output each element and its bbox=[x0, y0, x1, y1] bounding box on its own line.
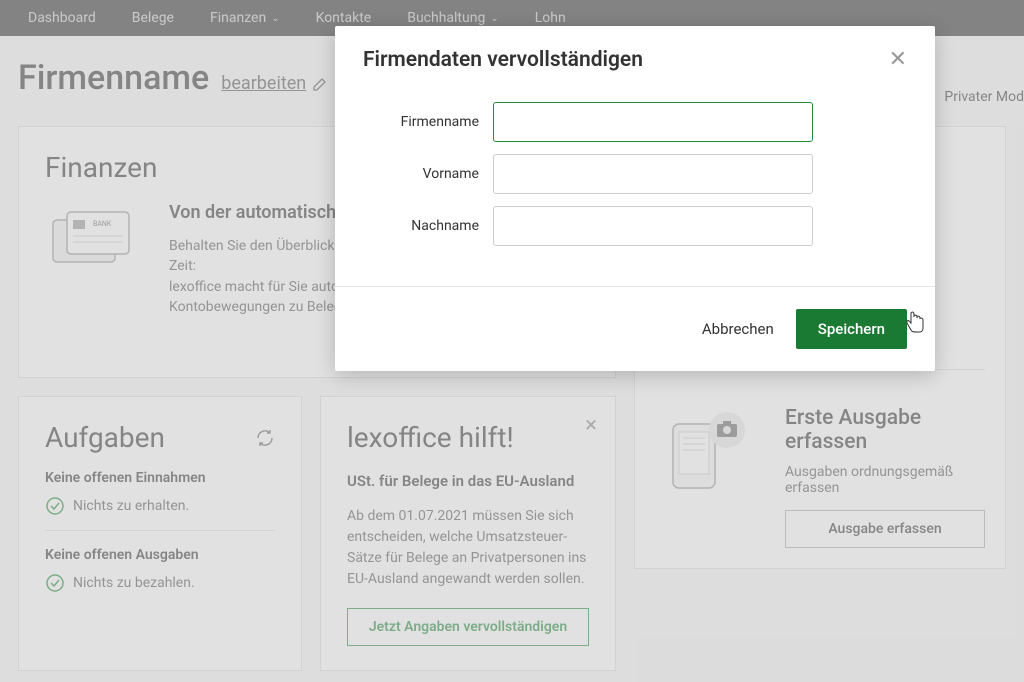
nachname-label: Nachname bbox=[363, 218, 493, 234]
nachname-input[interactable] bbox=[493, 206, 813, 246]
save-button[interactable]: Speichern bbox=[796, 309, 907, 349]
firmenname-label: Firmenname bbox=[363, 114, 493, 130]
vorname-label: Vorname bbox=[363, 166, 493, 182]
modal-title: Firmendaten vervollständigen bbox=[363, 48, 643, 72]
vorname-input[interactable] bbox=[493, 154, 813, 194]
company-data-modal: Firmendaten vervollständigen ✕ Firmennam… bbox=[335, 26, 935, 371]
close-icon[interactable]: ✕ bbox=[889, 49, 907, 71]
firmenname-input[interactable] bbox=[493, 102, 813, 142]
cursor-hand-icon bbox=[903, 310, 925, 334]
cancel-button[interactable]: Abbrechen bbox=[702, 320, 774, 338]
